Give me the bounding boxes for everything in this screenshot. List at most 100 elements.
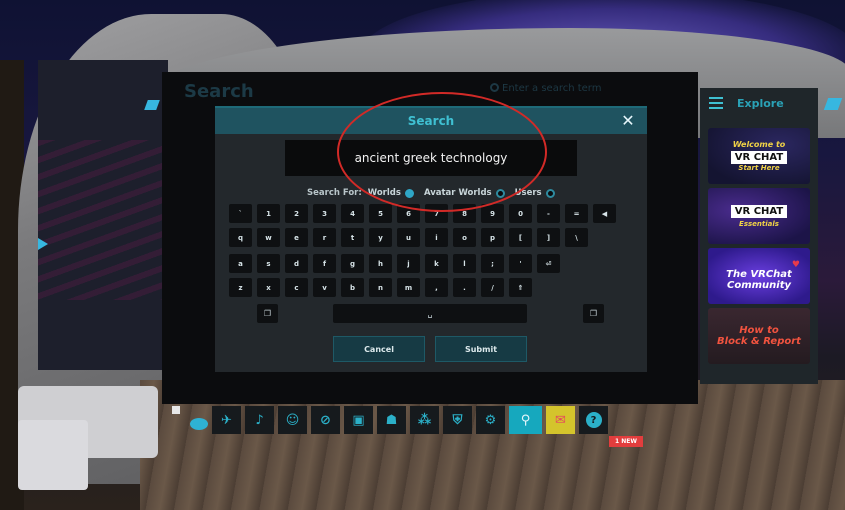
explore-panel: Explore Welcome to VR CHAT Start Here VR… <box>700 88 818 384</box>
card-essentials-line3: Essentials <box>739 219 779 228</box>
keyboard-key[interactable]: 2 <box>285 204 308 223</box>
keyboard-key[interactable]: s <box>257 254 280 273</box>
card-community[interactable]: ♥ The VRChat Community <box>708 248 810 304</box>
chat-icon[interactable]: ✉ <box>546 406 575 434</box>
cancel-button[interactable]: Cancel <box>333 336 425 362</box>
keyboard-key[interactable]: b <box>341 278 364 297</box>
quick-menu-toolbar: ✈ ♪ ☺ ⊘ ▣ ☗ ⁂ ⛨ ⚙ ⚲ ✉ ? <box>212 406 608 434</box>
card-block-report[interactable]: How to Block & Report <box>708 308 810 364</box>
keyboard-key[interactable]: c <box>285 278 308 297</box>
option-worlds[interactable]: Worlds <box>368 188 414 198</box>
keyboard-key[interactable]: 4 <box>341 204 364 223</box>
card-welcome-line1: Welcome to <box>732 140 786 149</box>
copy-key[interactable]: ❐ <box>257 304 278 323</box>
keyboard-key[interactable]: - <box>537 204 560 223</box>
keyboard-key[interactable]: ⇑ <box>509 278 532 297</box>
keyboard-key[interactable]: / <box>481 278 504 297</box>
keyboard-key[interactable]: ◀ <box>593 204 616 223</box>
option-avatar-worlds-label: Avatar Worlds <box>423 188 492 198</box>
slash-icon[interactable]: ⊘ <box>311 406 340 434</box>
help-icon: ? <box>585 412 602 428</box>
keyboard-key[interactable]: p <box>481 228 504 247</box>
keyboard-key[interactable]: 1 <box>257 204 280 223</box>
keyboard-key[interactable]: 0 <box>509 204 532 223</box>
keyboard-key[interactable]: h <box>369 254 392 273</box>
vrchat-logo: VR CHAT <box>730 151 788 164</box>
keyboard-key[interactable]: \ <box>565 228 588 247</box>
radio-users-icon[interactable] <box>545 188 555 198</box>
search-dialog: Search ✕ ancient greek technology Search… <box>215 106 647 372</box>
keyboard-row-2: q w e r t y u i o p [] \ <box>229 228 588 247</box>
keyboard-key[interactable]: i <box>425 228 448 247</box>
keyboard-key[interactable]: , <box>425 278 448 297</box>
keyboard-key[interactable]: ⏎ <box>537 254 560 273</box>
keyboard-key[interactable]: q <box>229 228 252 247</box>
keyboard-key[interactable]: l <box>453 254 476 273</box>
radio-worlds-icon[interactable] <box>404 188 414 198</box>
mic-icon[interactable] <box>190 418 208 430</box>
keyboard-key[interactable]: z <box>229 278 252 297</box>
bell-icon[interactable]: ♪ <box>245 406 274 434</box>
card-essentials[interactable]: VR CHAT Essentials <box>708 188 810 244</box>
keyboard-key[interactable]: f <box>313 254 336 273</box>
keyboard-row-4: z x c v b n m,. / ⇑ <box>229 278 532 297</box>
shield-icon[interactable]: ⛨ <box>443 406 472 434</box>
radio-avatar-worlds-icon[interactable] <box>495 188 505 198</box>
person-icon[interactable]: ☺ <box>278 406 307 434</box>
network-icon[interactable]: ⁂ <box>410 406 439 434</box>
keyboard-key[interactable]: 8 <box>453 204 476 223</box>
keyboard-key[interactable]: e <box>285 228 308 247</box>
menu-icon[interactable] <box>709 97 723 109</box>
keyboard-row-1: ` 1 2 3 4 5 6 7 8 9 0- = ◀ <box>229 204 616 223</box>
rocket-icon[interactable]: ✈ <box>212 406 241 434</box>
submit-button[interactable]: Submit <box>435 336 527 362</box>
keyboard-key[interactable]: n <box>369 278 392 297</box>
keyboard-key[interactable]: 6 <box>397 204 420 223</box>
keyboard-key[interactable]: ] <box>537 228 560 247</box>
keyboard-key[interactable]: g <box>341 254 364 273</box>
people-icon[interactable]: ☗ <box>377 406 406 434</box>
pointer-arrow-icon <box>38 238 48 250</box>
gallery-icon[interactable]: ▣ <box>344 406 373 434</box>
keyboard-key[interactable]: v <box>313 278 336 297</box>
keyboard-key[interactable]: 5 <box>369 204 392 223</box>
keyboard-key[interactable]: w <box>257 228 280 247</box>
search-icon[interactable]: ⚲ <box>509 406 542 434</box>
keyboard-key[interactable]: = <box>565 204 588 223</box>
menu-search-field[interactable]: Enter a search term <box>490 83 601 94</box>
keyboard-key[interactable]: 3 <box>313 204 336 223</box>
keyboard-key[interactable]: d <box>285 254 308 273</box>
gear-icon[interactable]: ⚙ <box>476 406 505 434</box>
keyboard-key[interactable]: . <box>453 278 476 297</box>
option-users[interactable]: Users <box>515 188 555 198</box>
card-welcome[interactable]: Welcome to VR CHAT Start Here <box>708 128 810 184</box>
keyboard-key[interactable]: x <box>257 278 280 297</box>
keyboard-key[interactable]: [ <box>509 228 532 247</box>
menu-title: Search <box>184 81 254 102</box>
paste-key[interactable]: ❐ <box>583 304 604 323</box>
keyboard-key[interactable]: y <box>369 228 392 247</box>
keyboard-key[interactable]: a <box>229 254 252 273</box>
keyboard-key[interactable]: k <box>425 254 448 273</box>
keyboard-key[interactable]: m <box>397 278 420 297</box>
keyboard-key[interactable]: ; <box>481 254 504 273</box>
card-block-report-line2: Block & Report <box>717 336 801 347</box>
keyboard-key[interactable]: o <box>453 228 476 247</box>
menu-chip <box>172 406 180 414</box>
keyboard-key[interactable]: ' <box>509 254 532 273</box>
close-button[interactable]: ✕ <box>619 112 637 130</box>
keyboard-key[interactable]: t <box>341 228 364 247</box>
space-key[interactable]: ␣ <box>333 304 527 323</box>
keyboard-key[interactable]: r <box>313 228 336 247</box>
help-button[interactable]: ? <box>579 406 608 434</box>
keyboard-key[interactable]: u <box>397 228 420 247</box>
search-input[interactable]: ancient greek technology <box>285 140 577 176</box>
option-avatar-worlds[interactable]: Avatar Worlds <box>424 188 505 198</box>
search-for-options: Search For: Worlds Avatar Worlds Users <box>307 188 559 198</box>
keyboard-key[interactable]: ` <box>229 204 252 223</box>
search-icon <box>490 83 499 92</box>
card-block-report-line1: How to <box>739 325 779 336</box>
keyboard-key[interactable]: j <box>397 254 420 273</box>
keyboard-key[interactable]: 7 <box>425 204 448 223</box>
keyboard-key[interactable]: 9 <box>481 204 504 223</box>
